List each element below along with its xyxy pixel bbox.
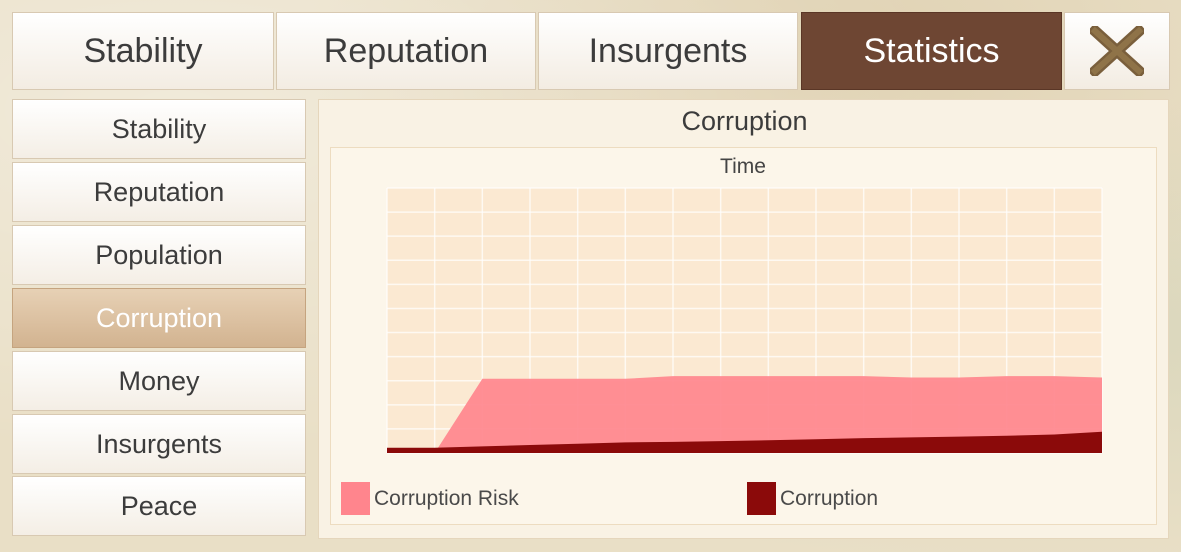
series-areas — [387, 376, 1102, 453]
tab-statistics[interactable]: Statistics — [801, 12, 1062, 90]
panel-title: Corruption — [681, 106, 808, 136]
sidebar-item-reputation[interactable]: Reputation — [12, 162, 306, 222]
legend-label: Corruption Risk — [374, 486, 519, 510]
tab-label: Reputation — [323, 31, 489, 70]
sidebar-item-insurgents[interactable]: Insurgents — [12, 414, 306, 474]
sidebar-item-label: Peace — [120, 490, 198, 521]
tab-insurgents[interactable]: Insurgents — [538, 12, 798, 90]
sidebar-item-label: Corruption — [95, 302, 223, 333]
sidebar-item-label: Stability — [111, 113, 207, 144]
sidebar-item-label: Reputation — [93, 176, 225, 207]
tab-reputation[interactable]: Reputation — [276, 12, 536, 90]
x-axis-label: Time — [720, 155, 766, 178]
legend-label: Corruption — [780, 486, 879, 510]
legend-item-corruption-risk: Corruption Risk — [341, 482, 519, 515]
sidebar-item-population[interactable]: Population — [12, 225, 306, 285]
close-x-icon — [1090, 26, 1144, 76]
tab-label: Statistics — [863, 31, 1000, 70]
sidebar-item-money[interactable]: Money — [12, 351, 306, 411]
sidebar-item-stability[interactable]: Stability — [12, 99, 306, 159]
chart-container: Time Corruption Risk Corruption — [330, 147, 1157, 525]
sidebar-item-corruption[interactable]: Corruption — [12, 288, 306, 348]
tab-stability[interactable]: Stability — [12, 12, 274, 90]
sidebar-item-peace[interactable]: Peace — [12, 476, 306, 536]
corruption-chart: Time — [386, 155, 1103, 454]
legend-swatch — [747, 482, 776, 515]
sidebar-item-label: Insurgents — [95, 428, 223, 459]
legend-item-corruption: Corruption — [747, 482, 878, 515]
tab-label: Insurgents — [588, 31, 748, 70]
close-button[interactable] — [1064, 12, 1170, 90]
tab-label: Stability — [83, 31, 203, 70]
sidebar-item-label: Money — [118, 365, 200, 396]
sidebar-item-label: Population — [95, 239, 223, 270]
legend-swatch — [341, 482, 370, 515]
